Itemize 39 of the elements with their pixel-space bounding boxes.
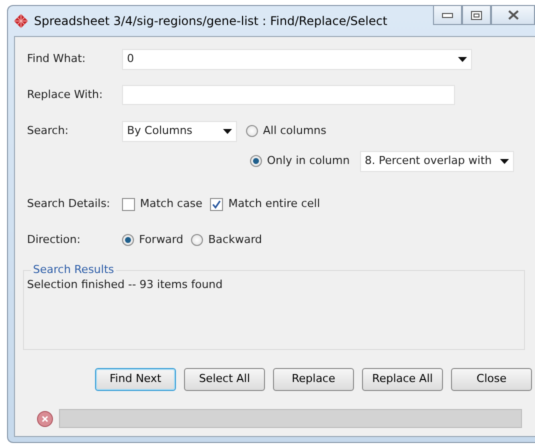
direction-radio[interactable]: Forward <box>122 232 184 248</box>
close-button[interactable] <box>491 5 535 25</box>
option-checkbox[interactable]: Match case <box>122 196 202 212</box>
maximize-button[interactable] <box>462 5 491 25</box>
dialog-button[interactable]: Find Next <box>95 368 176 391</box>
dialog-button[interactable]: Replace All <box>362 368 443 391</box>
minimize-button[interactable] <box>433 5 462 25</box>
caret-icon <box>223 128 232 134</box>
radio-icon[interactable] <box>246 125 258 137</box>
search-mode-combo[interactable]: By Columns <box>122 120 237 142</box>
error-icon <box>37 410 53 426</box>
radio-icon[interactable] <box>122 234 134 246</box>
dialog-button[interactable]: Select All <box>184 368 265 391</box>
scope-radio[interactable]: Only in column <box>250 152 350 170</box>
column-combo[interactable]: 8. Percent overlap with <box>360 150 514 172</box>
app-icon <box>14 14 28 28</box>
results-message: Selection finished -- 93 items found <box>27 278 223 291</box>
close-icon <box>508 10 518 20</box>
field-label: Search Details: <box>27 196 112 212</box>
field-label: Direction: <box>27 232 82 248</box>
checkbox-icon[interactable] <box>210 198 224 210</box>
caret-icon <box>458 56 467 62</box>
dialog-button[interactable]: Close <box>451 368 532 391</box>
field-label: Search: <box>27 122 70 139</box>
maximize-icon <box>471 10 482 20</box>
minimize-icon <box>442 12 453 18</box>
caret-icon <box>500 158 509 164</box>
radio-icon[interactable] <box>250 155 262 167</box>
direction-radio[interactable]: Backward <box>191 232 262 248</box>
scope-radio[interactable]: All columns <box>246 122 326 140</box>
checkbox-icon[interactable] <box>122 198 135 210</box>
option-checkbox[interactable]: Match entire cell <box>210 196 320 212</box>
field-label: Replace With: <box>27 86 104 103</box>
replace-with-field[interactable] <box>122 85 455 105</box>
find-what-combo[interactable]: 0 <box>122 48 472 70</box>
radio-icon[interactable] <box>191 234 204 246</box>
dialog-button[interactable]: Replace <box>273 368 354 391</box>
window-title: Spreadsheet 3/4/sig-regions/gene-list : Find/Replace/Select <box>34 13 388 30</box>
field-label: Find What: <box>27 50 87 67</box>
